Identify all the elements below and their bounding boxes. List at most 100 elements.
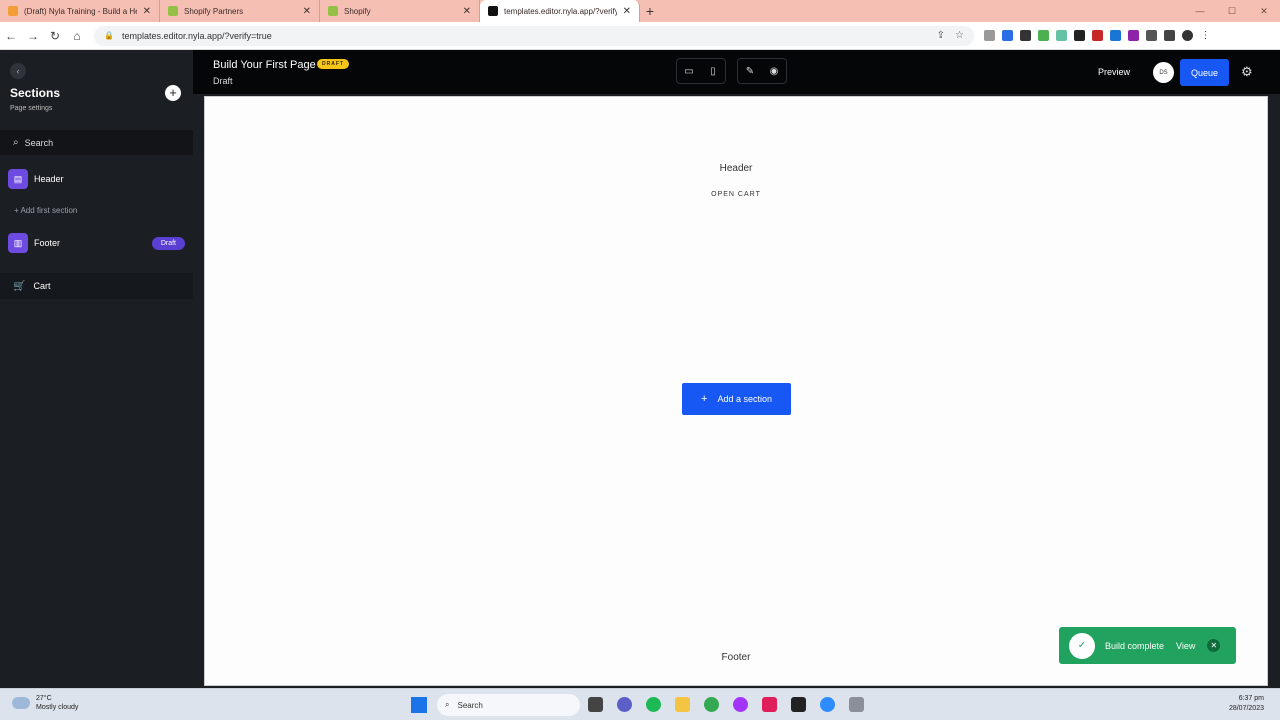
avatar[interactable]: DS xyxy=(1153,62,1174,83)
chrome-icon[interactable] xyxy=(704,697,719,712)
browser-tab[interactable]: (Draft) Nyla Training - Build a He ✕ xyxy=(0,0,160,22)
page-canvas: Header OPEN CART + Add a section Footer … xyxy=(204,96,1268,686)
page-settings-link[interactable]: Page settings xyxy=(10,105,52,112)
url-input[interactable]: 🔒 templates.editor.nyla.app/?verify=true… xyxy=(94,25,974,46)
new-tab-button[interactable]: + xyxy=(640,0,660,22)
sidebar-toggle-icon[interactable] xyxy=(1164,30,1175,41)
temperature: 27°C xyxy=(36,695,52,702)
gear-icon[interactable]: ⚙ xyxy=(1241,64,1253,80)
sidebar-item-cart[interactable]: 🛒 Cart xyxy=(0,273,193,299)
extension-icon[interactable] xyxy=(1056,30,1067,41)
maximize-icon[interactable]: ☐ xyxy=(1216,0,1248,22)
add-first-section-link[interactable]: + Add first section xyxy=(14,206,77,215)
extension-icon[interactable] xyxy=(1128,30,1139,41)
task-view-icon[interactable] xyxy=(588,697,603,712)
sidebar-title: Sections xyxy=(10,86,61,100)
page-title: Build Your First Page xyxy=(213,59,316,71)
tab-label: (Draft) Nyla Training - Build a He xyxy=(24,6,137,16)
desktop-view-icon[interactable]: ▭ xyxy=(677,66,701,77)
extension-icon[interactable] xyxy=(1002,30,1013,41)
add-first-section-label: Add first section xyxy=(20,206,78,215)
extension-icon[interactable] xyxy=(1092,30,1103,41)
system-clock[interactable]: 6:37 pm 28/07/2023 xyxy=(1229,694,1264,714)
profile-icon[interactable] xyxy=(1182,30,1193,41)
browser-tab[interactable]: Shopify Partners ✕ xyxy=(160,0,320,22)
taskbar-search-input[interactable]: ⌕ Search xyxy=(437,694,580,716)
bookmark-star-icon[interactable]: ☆ xyxy=(955,30,964,41)
address-bar: ← → ↻ ⌂ 🔒 templates.editor.nyla.app/?ver… xyxy=(0,22,1280,50)
edit-icon[interactable]: ✎ xyxy=(738,66,762,77)
slack-icon[interactable] xyxy=(762,697,777,712)
status-badge: Draft xyxy=(151,236,185,250)
tab-label: Shopify xyxy=(344,6,371,16)
close-icon[interactable]: ✕ xyxy=(1207,639,1221,652)
tab-close-icon[interactable]: ✕ xyxy=(463,6,471,17)
zoom-icon[interactable] xyxy=(820,697,835,712)
search-label: Search xyxy=(24,137,54,148)
pen-extension-icon[interactable] xyxy=(1020,30,1031,41)
camera-extension-icon[interactable] xyxy=(984,30,995,41)
teams-chat-icon[interactable] xyxy=(617,697,632,712)
file-explorer-icon[interactable] xyxy=(675,697,690,712)
collapse-back-icon[interactable]: ‹ xyxy=(10,63,26,79)
search-icon: ⌕ xyxy=(445,700,450,709)
back-icon[interactable]: ← xyxy=(0,29,22,43)
taskbar-apps xyxy=(588,697,864,712)
tab-close-icon[interactable]: ✕ xyxy=(303,6,311,17)
close-window-icon[interactable]: ✕ xyxy=(1248,0,1280,22)
weather-widget[interactable]: 27°C Mostly cloudy xyxy=(12,694,78,712)
preview-button[interactable]: Preview xyxy=(1098,67,1130,77)
menu-dots-icon[interactable]: ⋮ xyxy=(1200,30,1211,41)
sidebar-item-header[interactable]: ▤ Header xyxy=(8,169,185,189)
sidebar-search[interactable]: ⌕ Search xyxy=(0,130,193,155)
page-status-subtitle: Draft xyxy=(213,76,233,86)
share-icon[interactable]: ⇪ xyxy=(937,30,945,41)
toast-message: Build complete xyxy=(1105,640,1165,651)
tab-favicon-icon xyxy=(8,6,18,16)
mode-toggle-group: ✎ ◉ xyxy=(737,58,787,84)
add-section-label: Add a section xyxy=(717,394,772,404)
forward-icon[interactable]: → xyxy=(22,29,44,43)
toast-view-link[interactable]: View xyxy=(1176,641,1195,651)
figma-icon[interactable] xyxy=(791,697,806,712)
section-layout-icon: ▤ xyxy=(8,169,28,189)
add-section-plus-icon[interactable]: + xyxy=(165,85,181,101)
open-cart-link[interactable]: OPEN CART xyxy=(205,191,1267,198)
canvas-header-section[interactable]: Header xyxy=(205,163,1267,174)
browser-tab[interactable]: Shopify ✕ xyxy=(320,0,480,22)
snipping-tool-icon[interactable] xyxy=(849,697,864,712)
cloud-icon xyxy=(12,697,30,709)
search-icon: ⌕ xyxy=(13,137,19,148)
os-taskbar: 27°C Mostly cloudy ⌕ Search 6:37 pm 28/0… xyxy=(0,688,1280,720)
home-icon[interactable]: ⌂ xyxy=(66,29,88,43)
download-extension-icon[interactable] xyxy=(1110,30,1121,41)
minimize-icon[interactable]: — xyxy=(1184,0,1216,22)
tab-label: templates.editor.nyla.app/?verify xyxy=(504,6,617,16)
messenger-icon[interactable] xyxy=(733,697,748,712)
add-section-button[interactable]: + Add a section xyxy=(682,383,791,415)
plus-icon: + xyxy=(701,393,708,405)
sections-sidebar: ‹ Sections Page settings + ⌕ Search ▤ He… xyxy=(0,50,193,688)
sidebar-item-label: Cart xyxy=(33,281,51,291)
lock-icon: 🔒 xyxy=(104,31,114,40)
eye-icon[interactable]: ◉ xyxy=(762,66,786,77)
extension-icon[interactable] xyxy=(1038,30,1049,41)
section-layout-icon: ▥ xyxy=(8,233,28,253)
browser-tab-active[interactable]: templates.editor.nyla.app/?verify ✕ xyxy=(480,0,640,22)
browser-tab-bar: (Draft) Nyla Training - Build a He ✕ Sho… xyxy=(0,0,1280,22)
spotify-icon[interactable] xyxy=(646,697,661,712)
windows-start-icon[interactable] xyxy=(411,697,427,713)
draft-status-badge: DRAFT xyxy=(317,59,349,69)
tab-close-icon[interactable]: ✕ xyxy=(623,6,631,17)
tab-label: Shopify Partners xyxy=(184,6,244,16)
puzzle-icon[interactable] xyxy=(1146,30,1157,41)
device-toggle-group: ▭ ▯ xyxy=(676,58,726,84)
extension-icon[interactable] xyxy=(1074,30,1085,41)
sidebar-item-footer[interactable]: ▥ Footer Draft xyxy=(8,233,185,253)
tab-close-icon[interactable]: ✕ xyxy=(143,6,151,17)
queue-button[interactable]: Queue xyxy=(1180,59,1229,86)
clock-date: 28/07/2023 xyxy=(1228,705,1264,712)
window-controls: — ☐ ✕ xyxy=(1184,0,1280,22)
reload-icon[interactable]: ↻ xyxy=(44,29,66,43)
mobile-view-icon[interactable]: ▯ xyxy=(701,66,725,77)
